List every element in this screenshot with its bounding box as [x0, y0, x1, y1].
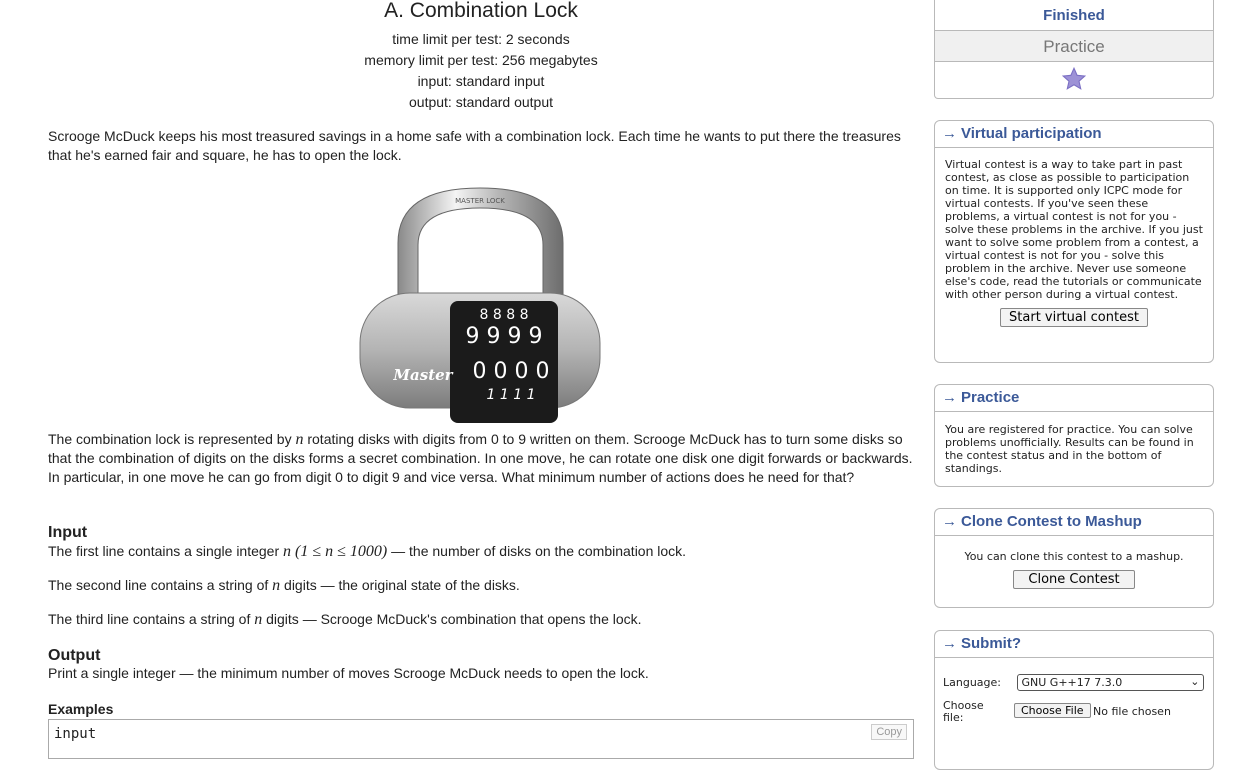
file-row: Choose file: Choose File No file chosen: [943, 696, 1213, 726]
problem-statement: A. Combination Lock time limit per test:…: [48, 0, 914, 759]
arrow-right-icon: →: [942, 389, 957, 406]
arrow-right-icon: →: [942, 635, 957, 652]
language-select[interactable]: GNU G++17 7.3.0 ⌄: [1016, 674, 1204, 691]
output-text: Print a single integer — the minimum num…: [48, 665, 649, 681]
arrow-right-icon: →: [942, 513, 957, 530]
virtual-participation-box: → Virtual participation Virtual contest i…: [934, 120, 1214, 363]
output-section-title: Output: [48, 647, 101, 664]
dial-row-1: 8 8 8 8: [480, 307, 529, 323]
choose-file-button[interactable]: Choose File: [1014, 703, 1091, 718]
virtual-participation-text: Virtual contest is a way to take part in…: [945, 158, 1203, 301]
dial-row-4: 1 1 1 1: [487, 387, 536, 403]
submit-box: → Submit? Language: GNU G++17 7.3.0 ⌄ Cho…: [934, 630, 1214, 770]
contest-status-box: Finished Practice: [934, 0, 1214, 99]
input-line-2: The second line contains a string of n d…: [48, 576, 914, 595]
practice-link[interactable]: Practice: [961, 389, 1019, 406]
shackle-engraving: MASTER LOCK: [455, 197, 505, 205]
clone-button-row: Clone Contest: [935, 570, 1213, 589]
input-2-text-a: The second line contains a string of: [48, 577, 273, 593]
virtual-participation-link[interactable]: Virtual participation: [961, 125, 1102, 142]
problem-title: A. Combination Lock: [384, 0, 578, 22]
input-3-text-a: The third line contains a string of: [48, 611, 255, 627]
file-status-text: No file chosen: [1093, 705, 1171, 718]
examples-title: Examples: [48, 701, 114, 717]
practice-box: → Practice You are registered for practic…: [934, 384, 1214, 487]
legend-2-text-a: The combination lock is represented by: [48, 431, 296, 447]
practice-status-label: Practice: [1043, 37, 1105, 56]
clone-contest-text: You can clone this contest to a mashup.: [964, 550, 1184, 563]
star-icon[interactable]: [1061, 66, 1087, 92]
problem-limits: time limit per test: 2 seconds memory li…: [48, 29, 914, 113]
practice-row: Practice: [935, 31, 1213, 62]
input-spec: input: standard input: [417, 73, 545, 89]
dial-row-3: 0 0 0 0: [473, 359, 550, 384]
clone-contest-box: → Clone Contest to Mashup You can clone t…: [934, 508, 1214, 608]
finished-row: Finished: [935, 0, 1213, 31]
memory-limit: memory limit per test: 256 megabytes: [364, 52, 598, 68]
input-line-1: The first line contains a single integer…: [48, 542, 914, 561]
submit-form: Language: GNU G++17 7.3.0 ⌄ Choose file:…: [935, 658, 1213, 726]
arrow-right-icon: →: [942, 125, 957, 142]
language-label: Language:: [943, 676, 1001, 689]
copy-button[interactable]: Copy: [871, 724, 907, 740]
choose-file-label: Choose file:: [943, 699, 984, 724]
legend-paragraph-1: Scrooge McDuck keeps his most treasured …: [48, 128, 901, 163]
combination-lock-image: MASTER LOCK 8 8 8 8 9 9 9 9 0 0 0 0 1 1 …: [359, 187, 601, 423]
input-3-text-b: digits — Scrooge McDuck's combination th…: [262, 611, 642, 627]
chevron-down-icon: ⌄: [1190, 675, 1200, 688]
input-1-constraint: n (1 ≤ n ≤ 1000): [283, 543, 388, 560]
dial-row-2: 9 9 9 9: [466, 324, 543, 349]
var-n: n: [272, 577, 281, 594]
practice-text: You are registered for practice. You can…: [945, 423, 1194, 475]
submit-link[interactable]: Submit?: [961, 635, 1021, 652]
start-virtual-contest-button[interactable]: Start virtual contest: [1000, 308, 1148, 327]
sample-input-label: input: [54, 726, 97, 742]
virtual-participation-caption: → Virtual participation: [935, 121, 1213, 148]
sample-test-input: input Copy: [48, 719, 914, 759]
legend-paragraph-2: The combination lock is represented by n…: [48, 430, 914, 487]
virtual-button-row: Start virtual contest: [935, 308, 1213, 327]
language-row: Language: GNU G++17 7.3.0 ⌄: [943, 674, 1213, 696]
clone-contest-caption: → Clone Contest to Mashup: [935, 509, 1213, 536]
input-section-title: Input: [48, 524, 88, 541]
clone-contest-link[interactable]: Clone Contest to Mashup: [961, 513, 1142, 530]
submit-caption: → Submit?: [935, 631, 1213, 658]
clone-contest-button[interactable]: Clone Contest: [1013, 570, 1135, 589]
language-selected-value: GNU G++17 7.3.0: [1021, 676, 1123, 689]
lock-brand-logo: Master: [392, 366, 453, 384]
input-1-text-b: — the number of disks on the combination…: [387, 543, 687, 559]
input-2-text-b: digits — the original state of the disks…: [280, 577, 520, 593]
practice-caption: → Practice: [935, 385, 1213, 412]
input-line-3: The third line contains a string of n di…: [48, 610, 914, 629]
output-spec: output: standard output: [409, 94, 553, 110]
input-1-text-a: The first line contains a single integer: [48, 543, 284, 559]
finished-link[interactable]: Finished: [1043, 7, 1105, 24]
favourite-row: [935, 62, 1213, 98]
time-limit: time limit per test: 2 seconds: [392, 31, 570, 47]
